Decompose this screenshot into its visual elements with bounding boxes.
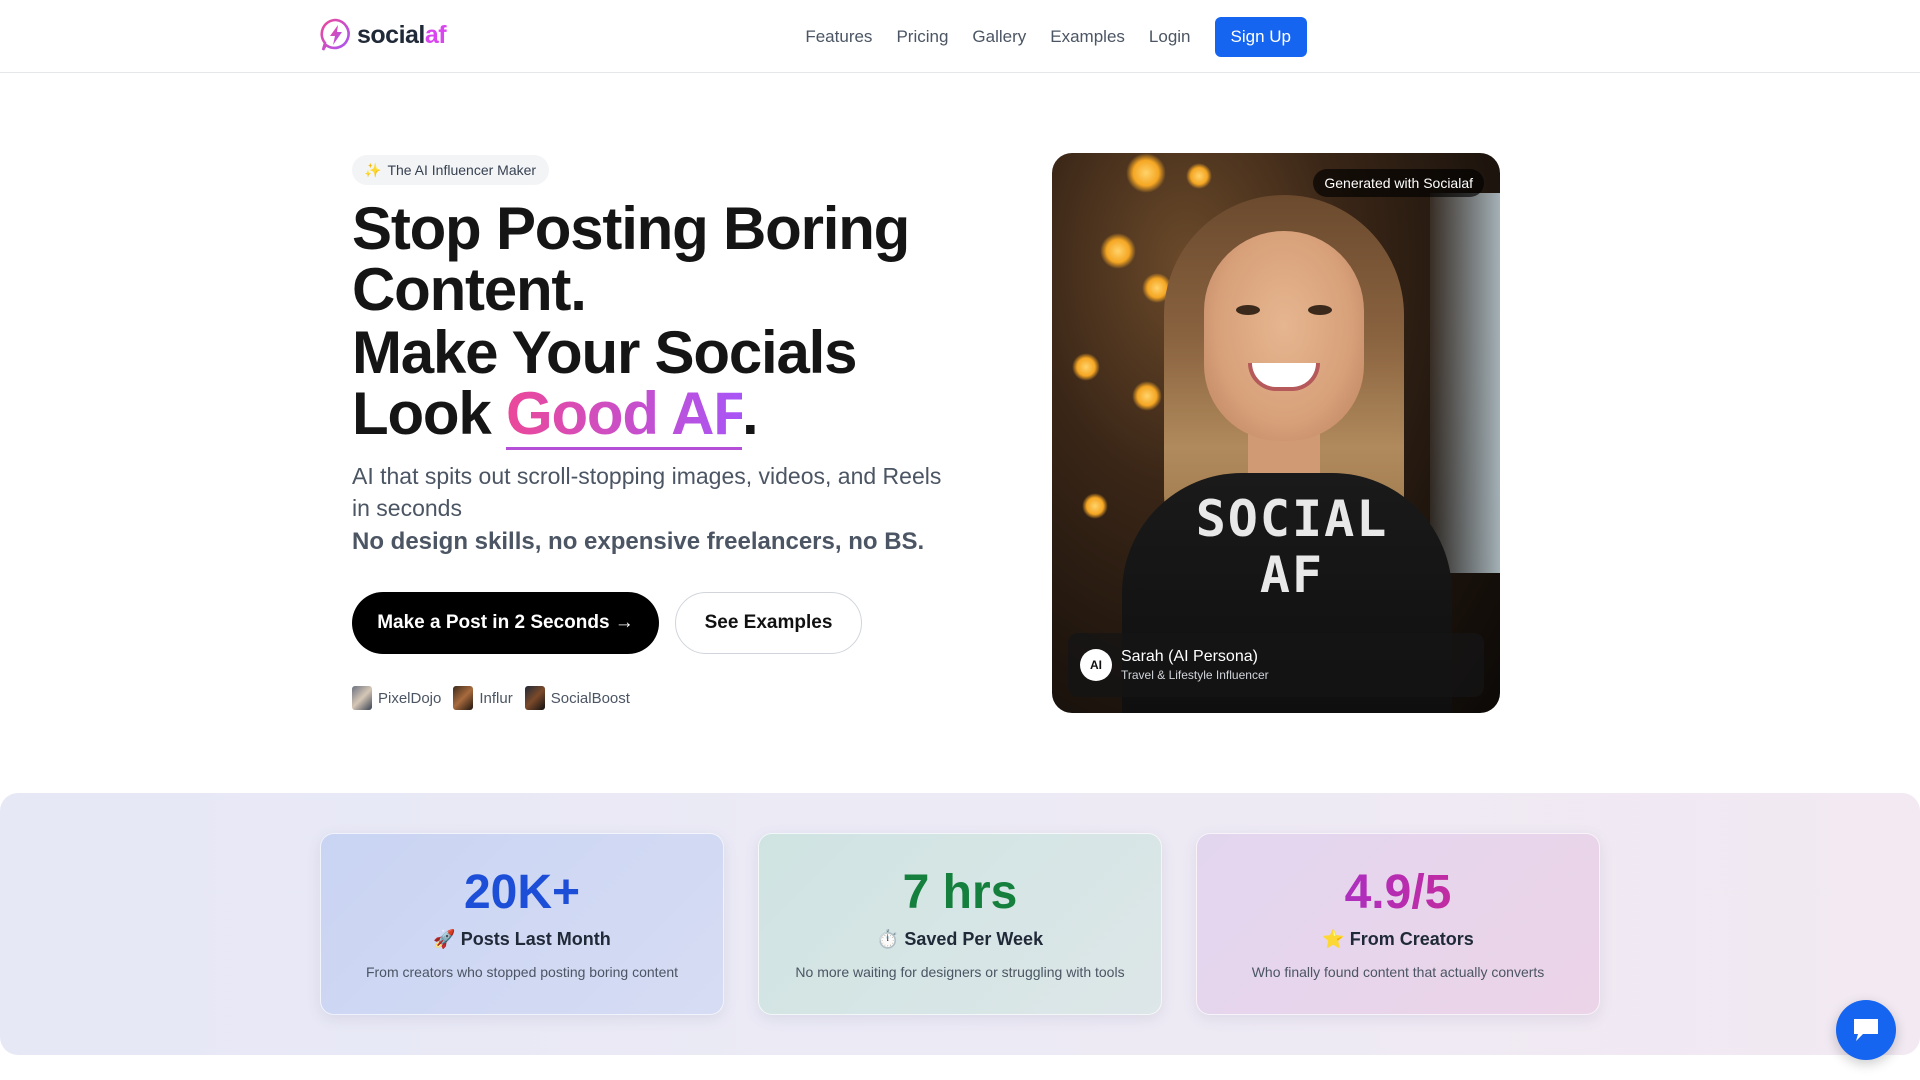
persona-eye bbox=[1236, 305, 1260, 315]
lightning-bolt-logo-icon bbox=[320, 18, 350, 51]
stat-title: 🚀 Posts Last Month bbox=[433, 929, 611, 949]
stat-title: ⭐ From Creators bbox=[1322, 929, 1474, 949]
logo-text: socialaf bbox=[357, 20, 447, 49]
top-nav: socialaf Features Pricing Gallery Exampl… bbox=[0, 0, 1920, 73]
logo[interactable]: socialaf bbox=[320, 18, 447, 52]
stat-card-rating: 4.9/5 ⭐ From Creators Who finally found … bbox=[1196, 833, 1600, 1015]
headline-line-1: Stop Posting Boring Content. bbox=[352, 195, 910, 323]
shirt-print: SOCIAL AF bbox=[1195, 490, 1389, 604]
signup-button[interactable]: Sign Up bbox=[1214, 17, 1307, 57]
brand-logos: PixelDojo Influr SocialBoost bbox=[352, 686, 642, 710]
headline-line-2: Make Your Socials Look Good AF. bbox=[352, 322, 952, 450]
see-examples-button[interactable]: See Examples bbox=[675, 592, 862, 654]
hero-badge-label: The AI Influencer Maker bbox=[387, 162, 537, 178]
hero-subtitle-bold: No design skills, no expensive freelance… bbox=[352, 528, 925, 555]
chat-widget-button[interactable] bbox=[1836, 1000, 1896, 1060]
hero-headline: Stop Posting Boring Content. Make Your S… bbox=[352, 195, 952, 450]
bokeh-light bbox=[1072, 353, 1100, 381]
influr-logo-icon bbox=[453, 686, 474, 710]
stat-description: From creators who stopped posting boring… bbox=[365, 964, 679, 980]
sparkles-icon: ✨ bbox=[364, 161, 382, 178]
generated-with-pill: Generated with Socialaf bbox=[1313, 169, 1484, 197]
stat-value: 20K+ bbox=[463, 866, 581, 919]
stopwatch-icon: ⏱️ bbox=[876, 929, 900, 949]
headline-highlight: Good AF bbox=[506, 380, 743, 450]
brand-socialboost: SocialBoost bbox=[524, 686, 630, 710]
stat-title: ⏱️ Saved Per Week bbox=[876, 929, 1044, 949]
bokeh-light bbox=[1100, 233, 1136, 269]
stat-description: No more waiting for designers or struggl… bbox=[795, 964, 1125, 980]
persona-caption: AI Sarah (AI Persona) Travel & Lifestyle… bbox=[1068, 633, 1484, 697]
window-background bbox=[1430, 193, 1500, 573]
persona-name: Sarah (AI Persona) bbox=[1121, 648, 1258, 665]
bokeh-light bbox=[1082, 493, 1108, 519]
nav-links: Features Pricing Gallery Examples Login … bbox=[781, 17, 1307, 57]
nav-login-link[interactable]: Login bbox=[1149, 19, 1191, 55]
bokeh-light bbox=[1126, 153, 1166, 193]
nav-examples-link[interactable]: Examples bbox=[1050, 19, 1125, 55]
ai-avatar: AI bbox=[1080, 649, 1112, 681]
hero-persona-image: SOCIAL AF Generated with Socialaf AI Sar… bbox=[1052, 153, 1500, 713]
stat-card-posts: 20K+ 🚀 Posts Last Month From creators wh… bbox=[320, 833, 724, 1015]
persona-face bbox=[1204, 231, 1364, 441]
stat-description: Who finally found content that actually … bbox=[1251, 964, 1545, 980]
chat-bubble-icon bbox=[1854, 1019, 1878, 1041]
persona-eye bbox=[1308, 305, 1332, 315]
bokeh-light bbox=[1132, 381, 1162, 411]
make-post-button[interactable]: Make a Post in 2 Seconds → bbox=[352, 592, 659, 654]
brand-pixeldojo: PixelDojo bbox=[352, 686, 441, 710]
rocket-icon: 🚀 bbox=[433, 929, 456, 949]
socialboost-logo-icon bbox=[524, 686, 545, 710]
nav-pricing-link[interactable]: Pricing bbox=[896, 19, 948, 55]
bokeh-light bbox=[1186, 163, 1212, 189]
star-icon: ⭐ bbox=[1322, 929, 1345, 949]
stat-card-hours: 7 hrs ⏱️ Saved Per Week No more waiting … bbox=[758, 833, 1162, 1015]
pixeldojo-logo-icon bbox=[352, 686, 372, 710]
nav-gallery-link[interactable]: Gallery bbox=[972, 19, 1026, 55]
hero-subtitle: AI that spits out scroll-stopping images… bbox=[352, 463, 942, 521]
stat-value: 4.9/5 bbox=[1197, 865, 1599, 921]
persona-role: Travel & Lifestyle Influencer bbox=[1121, 668, 1269, 682]
nav-features-link[interactable]: Features bbox=[805, 19, 872, 55]
stat-value: 7 hrs bbox=[902, 866, 1018, 919]
brand-influr: Influr bbox=[453, 686, 513, 710]
hero-badge: ✨ The AI Influencer Maker bbox=[352, 155, 550, 185]
